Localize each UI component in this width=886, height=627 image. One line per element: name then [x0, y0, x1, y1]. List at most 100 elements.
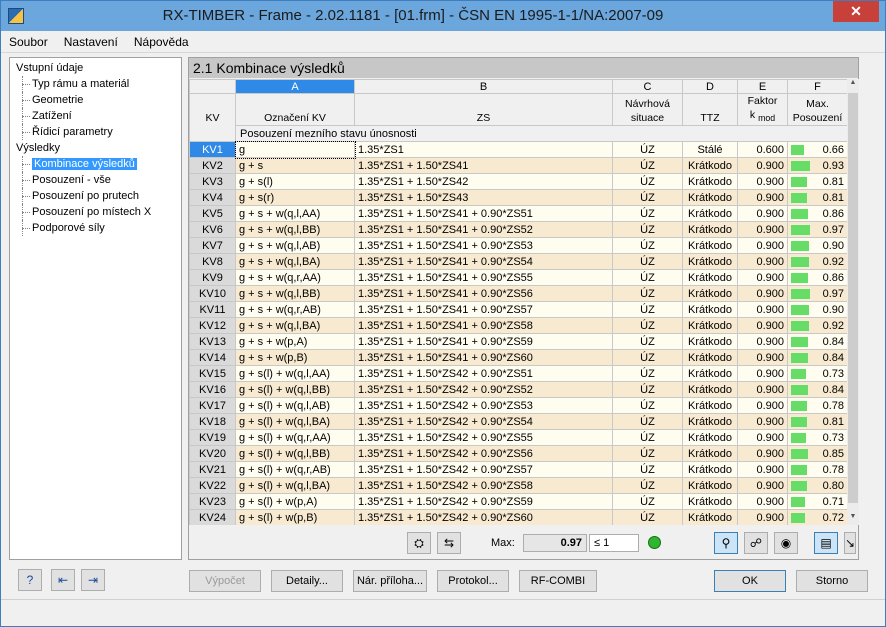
cell-load-cases[interactable]: 1.35*ZS1 + 1.50*ZS41 + 0.90*ZS54 — [354, 253, 613, 271]
cell-kmod[interactable]: 0.900 — [737, 477, 788, 495]
column-letter-a[interactable]: A — [235, 79, 355, 94]
cell-combination-name[interactable]: g + s + w(q,l,BB) — [235, 221, 355, 239]
cell-load-duration[interactable]: Krátkodo — [682, 365, 738, 383]
cell-design-situation[interactable]: ÚZ — [612, 445, 683, 463]
cell-max-design[interactable]: 0.92 — [787, 317, 847, 335]
cell-max-design[interactable]: 0.90 — [787, 301, 847, 319]
cell-kmod[interactable]: 0.900 — [737, 445, 788, 463]
row-header[interactable]: KV4 — [189, 189, 236, 207]
cell-load-cases[interactable]: 1.35*ZS1 + 1.50*ZS42 + 0.90*ZS51 — [354, 365, 613, 383]
cell-load-duration[interactable]: Krátkodo — [682, 493, 738, 511]
column-letter-c[interactable]: C — [612, 79, 683, 94]
cell-combination-name[interactable]: g + s(r) — [235, 189, 355, 207]
cell-kmod[interactable]: 0.900 — [737, 205, 788, 223]
table-row[interactable]: KV14 g + s + w(p,B) 1.35*ZS1 + 1.50*ZS41 +… — [189, 349, 847, 367]
table-row[interactable]: KV15 g + s(l) + w(q,l,AA) 1.35*ZS1 + 1.50*… — [189, 365, 847, 383]
row-header[interactable]: KV13 — [189, 333, 236, 351]
cell-load-cases[interactable]: 1.35*ZS1 + 1.50*ZS43 — [354, 189, 613, 207]
table-row[interactable]: KV21 g + s(l) + w(q,r,AB) 1.35*ZS1 + 1.50*… — [189, 461, 847, 479]
filter-icon[interactable]: ⚲ — [714, 532, 738, 554]
ok-button[interactable]: OK — [714, 570, 786, 592]
cell-design-situation[interactable]: ÚZ — [612, 509, 683, 525]
nav-group-results[interactable]: Výsledky — [10, 140, 181, 156]
row-header[interactable]: KV21 — [189, 461, 236, 479]
scroll-up-icon[interactable]: ▲ — [848, 79, 858, 91]
cell-design-situation[interactable]: ÚZ — [612, 269, 683, 287]
cell-combination-name[interactable]: g + s(l) + w(q,r,AA) — [235, 429, 355, 447]
table-row[interactable]: KV16 g + s(l) + w(q,l,BB) 1.35*ZS1 + 1.50*… — [189, 381, 847, 399]
cell-load-cases[interactable]: 1.35*ZS1 + 1.50*ZS42 + 0.90*ZS59 — [354, 493, 613, 511]
cell-load-cases[interactable]: 1.35*ZS1 + 1.50*ZS41 + 0.90*ZS59 — [354, 333, 613, 351]
nav-item-support-forces[interactable]: Podporové síly — [10, 220, 181, 236]
row-header[interactable]: KV10 — [189, 285, 236, 303]
table-row[interactable]: KV22 g + s(l) + w(q,l,BA) 1.35*ZS1 + 1.50*… — [189, 477, 847, 495]
cell-design-situation[interactable]: ÚZ — [612, 237, 683, 255]
table-row[interactable]: KV10 g + s + w(q,l,BB) 1.35*ZS1 + 1.50*ZS4… — [189, 285, 847, 303]
table-row[interactable]: KV8 g + s + w(q,l,BA) 1.35*ZS1 + 1.50*ZS41… — [189, 253, 847, 271]
cell-max-design[interactable]: 0.93 — [787, 157, 847, 175]
nav-item-design-all[interactable]: Posouzení - vše — [10, 172, 181, 188]
row-header[interactable]: KV24 — [189, 509, 236, 525]
ratio-display-icon[interactable]: ▤ — [814, 532, 838, 554]
cell-kmod[interactable]: 0.900 — [737, 333, 788, 351]
cell-design-situation[interactable]: ÚZ — [612, 141, 683, 159]
cell-design-situation[interactable]: ÚZ — [612, 413, 683, 431]
row-header[interactable]: KV6 — [189, 221, 236, 239]
cell-load-duration[interactable]: Krátkodo — [682, 333, 738, 351]
cell-max-design[interactable]: 0.81 — [787, 189, 847, 207]
cell-load-cases[interactable]: 1.35*ZS1 + 1.50*ZS41 + 0.90*ZS57 — [354, 301, 613, 319]
cell-load-cases[interactable]: 1.35*ZS1 + 1.50*ZS42 + 0.90*ZS54 — [354, 413, 613, 431]
row-header[interactable]: KV19 — [189, 429, 236, 447]
cell-design-situation[interactable]: ÚZ — [612, 221, 683, 239]
menu-settings[interactable]: Nastavení — [56, 31, 123, 49]
scroll-thumb[interactable] — [848, 93, 858, 503]
cell-load-duration[interactable]: Krátkodo — [682, 301, 738, 319]
cell-load-cases[interactable]: 1.35*ZS1 + 1.50*ZS41 + 0.90*ZS60 — [354, 349, 613, 367]
cell-kmod[interactable]: 0.900 — [737, 349, 788, 367]
cell-combination-name[interactable]: g — [234, 140, 356, 159]
cell-load-duration[interactable]: Krátkodo — [682, 221, 738, 239]
calculate-button[interactable]: Výpočet — [189, 570, 261, 592]
cell-combination-name[interactable]: g + s(l) + w(q,l,BA) — [235, 413, 355, 431]
table-row[interactable]: KV20 g + s(l) + w(q,l,BB) 1.35*ZS1 + 1.50*… — [189, 445, 847, 463]
table-row[interactable]: KV5 g + s + w(q,l,AA) 1.35*ZS1 + 1.50*ZS41… — [189, 205, 847, 223]
cell-load-duration[interactable]: Krátkodo — [682, 429, 738, 447]
cell-max-design[interactable]: 0.92 — [787, 253, 847, 271]
cell-kmod[interactable]: 0.900 — [737, 253, 788, 271]
row-header[interactable]: KV14 — [189, 349, 236, 367]
cell-load-duration[interactable]: Krátkodo — [682, 173, 738, 191]
cell-combination-name[interactable]: g + s(l) + w(q,l,BB) — [235, 445, 355, 463]
details-button[interactable]: Detaily... — [271, 570, 343, 592]
sort-icon[interactable]: ↘ — [844, 532, 856, 554]
cell-max-design[interactable]: 0.81 — [787, 413, 847, 431]
national-annex-button[interactable]: Nár. příloha... — [353, 570, 427, 592]
cell-combination-name[interactable]: g + s + w(q,l,AB) — [235, 237, 355, 255]
cell-design-situation[interactable]: ÚZ — [612, 333, 683, 351]
table-row[interactable]: KV17 g + s(l) + w(q,l,AB) 1.35*ZS1 + 1.50*… — [189, 397, 847, 415]
cell-max-design[interactable]: 0.73 — [787, 429, 847, 447]
row-header[interactable]: KV20 — [189, 445, 236, 463]
cell-combination-name[interactable]: g + s(l) + w(q,l,AA) — [235, 365, 355, 383]
cell-load-duration[interactable]: Krátkodo — [682, 157, 738, 175]
cell-max-design[interactable]: 0.85 — [787, 445, 847, 463]
export-icon[interactable]: ⇥ — [81, 569, 105, 591]
cell-design-situation[interactable]: ÚZ — [612, 301, 683, 319]
cell-load-duration[interactable]: Krátkodo — [682, 461, 738, 479]
cell-combination-name[interactable]: g + s(l) — [235, 173, 355, 191]
cell-load-duration[interactable]: Krátkodo — [682, 445, 738, 463]
cell-load-cases[interactable]: 1.35*ZS1 + 1.50*ZS41 + 0.90*ZS51 — [354, 205, 613, 223]
cell-combination-name[interactable]: g + s — [235, 157, 355, 175]
cell-load-duration[interactable]: Krátkodo — [682, 189, 738, 207]
cell-kmod[interactable]: 0.900 — [737, 381, 788, 399]
row-header[interactable]: KV8 — [189, 253, 236, 271]
row-header[interactable]: KV16 — [189, 381, 236, 399]
cell-max-design[interactable]: 0.86 — [787, 205, 847, 223]
table-row[interactable]: KV13 g + s + w(p,A) 1.35*ZS1 + 1.50*ZS41 +… — [189, 333, 847, 351]
cell-load-duration[interactable]: Krátkodo — [682, 477, 738, 495]
cell-kmod[interactable]: 0.900 — [737, 189, 788, 207]
cell-load-cases[interactable]: 1.35*ZS1 — [354, 141, 613, 159]
table-row[interactable]: KV4 g + s(r) 1.35*ZS1 + 1.50*ZS43 ÚZ Krátkod… — [189, 189, 847, 207]
table-row[interactable]: KV3 g + s(l) 1.35*ZS1 + 1.50*ZS42 ÚZ Krátkod… — [189, 173, 847, 191]
row-header[interactable]: KV23 — [189, 493, 236, 511]
cell-design-situation[interactable]: ÚZ — [612, 317, 683, 335]
